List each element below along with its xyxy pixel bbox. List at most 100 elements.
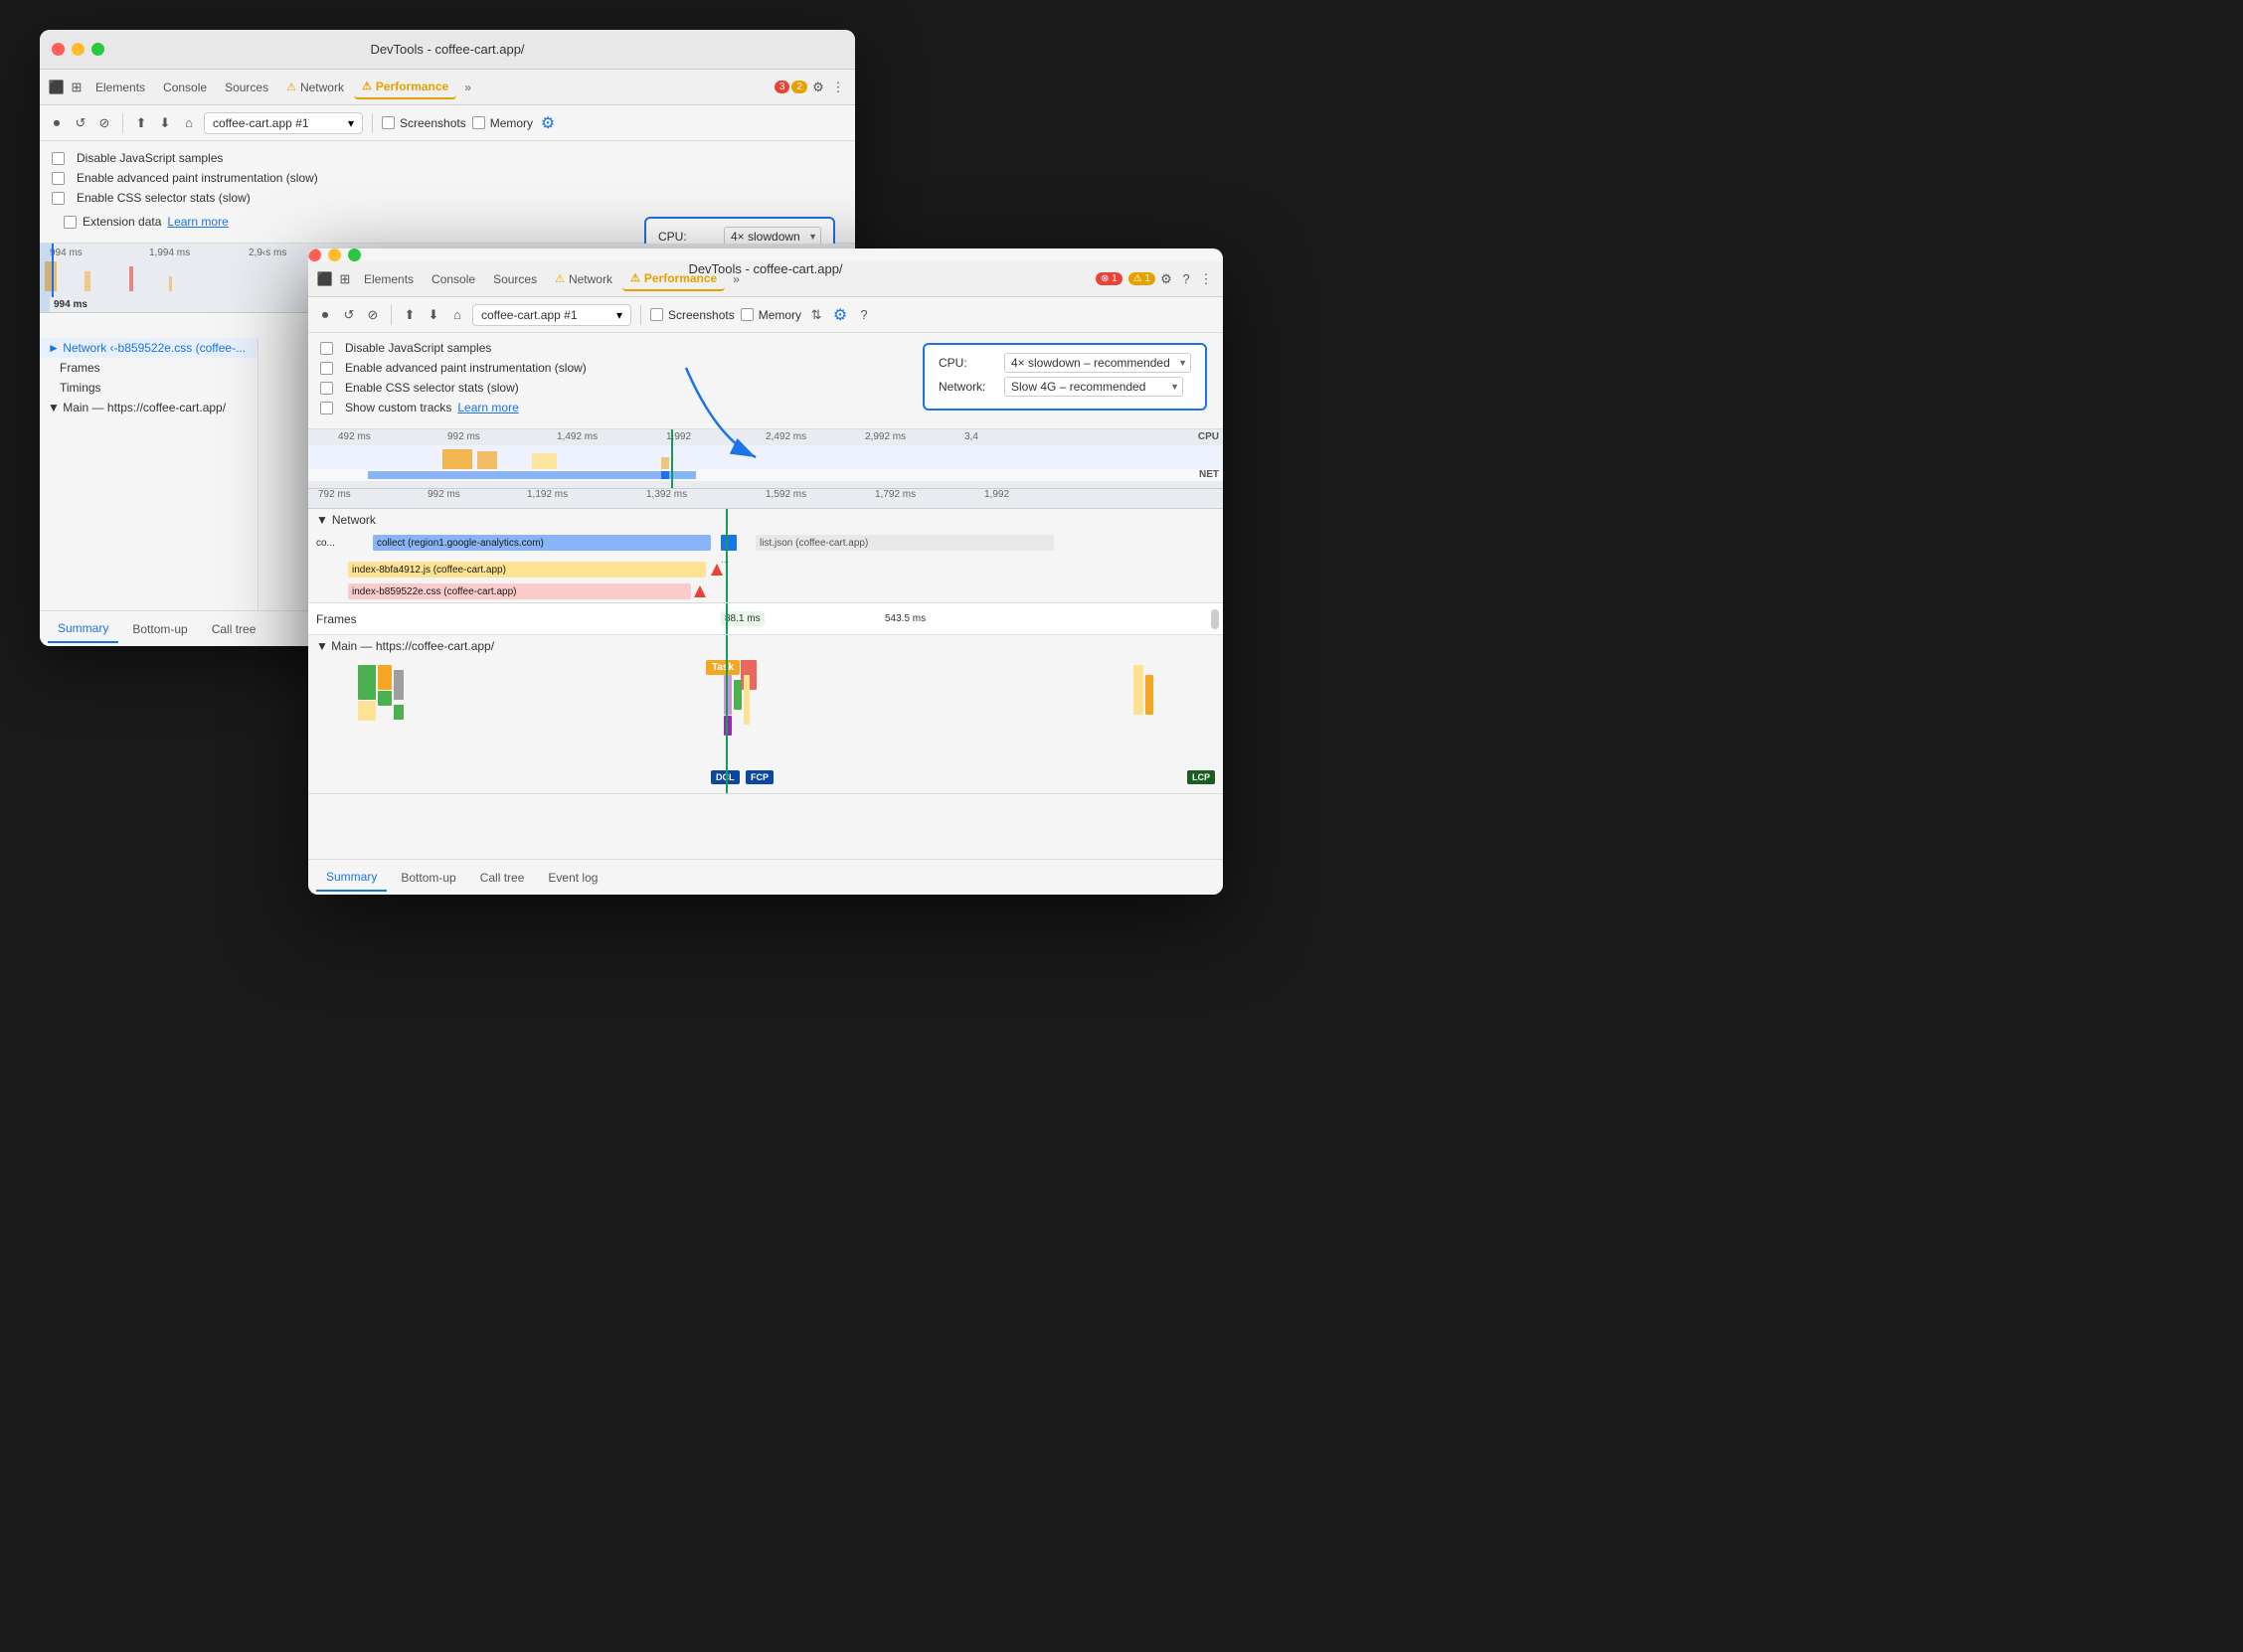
front-tab-elements[interactable]: Elements (356, 268, 422, 290)
front-cpu-chart (308, 445, 1223, 469)
back-memory-checkbox[interactable]: Memory (472, 116, 533, 130)
front-task-cluster-left (358, 665, 418, 744)
back-reload-icon[interactable]: ↺ (72, 114, 89, 132)
back-panel-frames-label: Frames (60, 361, 100, 375)
back-tab-elements[interactable]: Elements (87, 77, 153, 98)
front-bottom-tab-calltree[interactable]: Call tree (470, 865, 535, 891)
back-target-chevron: ▾ (348, 116, 354, 130)
front-close-button[interactable] (308, 248, 321, 261)
front-network-vline (726, 509, 728, 602)
back-panel-item-timings[interactable]: Timings (40, 378, 258, 398)
back-perf-warn-icon: ⚠ (362, 80, 372, 92)
back-enable-paint-cb[interactable] (52, 172, 65, 185)
front-bottom-tab-summary[interactable]: Summary (316, 864, 387, 892)
front-memory-checkbox[interactable]: Memory (741, 308, 801, 322)
back-settings-icon[interactable]: ⚙ (539, 114, 557, 132)
back-bottom-tab-bottomup[interactable]: Bottom-up (122, 616, 197, 642)
back-tick-3: 2,9‹s ms (249, 248, 286, 258)
back-tab-network[interactable]: ⚠ Network (278, 77, 352, 98)
back-screenshots-checkbox[interactable]: Screenshots (382, 116, 466, 130)
front-cpu-activity-3 (532, 453, 557, 469)
back-tab-more[interactable]: » (458, 77, 477, 98)
back-tab-sources[interactable]: Sources (217, 77, 276, 98)
front-tab-network[interactable]: ⚠ Network (547, 268, 620, 290)
back-gear-icon[interactable]: ⚙ (809, 79, 827, 96)
front-screenshots-cb-box[interactable] (650, 308, 663, 321)
front-tab-console[interactable]: Console (424, 268, 483, 290)
front-help-icon[interactable]: ? (855, 306, 873, 324)
back-bottom-tab-calltree[interactable]: Call tree (202, 616, 266, 642)
back-memory-cb-box[interactable] (472, 116, 485, 129)
front-maximize-button[interactable] (348, 248, 361, 261)
back-download-icon[interactable]: ⬇ (156, 114, 174, 132)
front-enable-paint-cb[interactable] (320, 362, 333, 375)
back-panel-item-main[interactable]: ▼ Main — https://coffee-cart.app/ (40, 398, 258, 417)
back-sep2 (372, 113, 373, 133)
back-home-icon[interactable]: ⌂ (180, 114, 198, 132)
front-bottom-tabs: Summary Bottom-up Call tree Event log (308, 859, 1223, 895)
front-clear-icon[interactable]: ⊘ (364, 306, 382, 324)
back-target-selector[interactable]: coffee-cart.app #1 ▾ (204, 112, 363, 134)
back-tab-console[interactable]: Console (155, 77, 215, 98)
front-frames-section: Frames 88.1 ms 543.5 ms (308, 603, 1223, 635)
front-layers-icon[interactable]: ⊞ (336, 270, 354, 288)
back-record-icon[interactable]: ⏺ (48, 114, 66, 132)
front-tab-sources[interactable]: Sources (485, 268, 545, 290)
front-timeline-cpu-net: 492 ms 992 ms 1,492 ms 1,992 2,492 ms 2,… (308, 429, 1223, 489)
front-bottom-tab-eventlog[interactable]: Event log (538, 865, 607, 891)
front-net-select-wrapper[interactable]: Slow 4G – recommended (1004, 377, 1183, 397)
front-request-co-label: co... (308, 538, 343, 549)
front-target-chevron: ▾ (616, 308, 622, 322)
front-net-select[interactable]: Slow 4G – recommended (1004, 377, 1183, 397)
back-close-button[interactable] (52, 43, 65, 56)
back-panel-network-label: ► Network ‹-b859522e.css (coffee-... (48, 341, 246, 355)
front-reload-icon[interactable]: ↺ (340, 306, 358, 324)
front-frames-scrollbar[interactable] (1211, 609, 1219, 629)
front-lcp-label: LCP (1187, 770, 1215, 784)
back-more-icon[interactable]: ⋮ (829, 79, 847, 96)
back-panel-item-network[interactable]: ► Network ‹-b859522e.css (coffee-... (40, 338, 258, 358)
back-target-label: coffee-cart.app #1 (213, 116, 309, 130)
back-error-badge: 3 (775, 81, 790, 93)
front-home-icon[interactable]: ⌂ (448, 306, 466, 324)
back-ext-cb[interactable] (64, 216, 77, 229)
back-learn-more-link[interactable]: Learn more (167, 215, 228, 229)
front-cursor-icon[interactable]: ⬛ (316, 270, 334, 288)
front-fcp-badge: FCP (746, 770, 774, 784)
front-network-throttle-icon[interactable]: ⇅ (807, 306, 825, 324)
front-screenshots-checkbox[interactable]: Screenshots (650, 308, 735, 322)
front-upload-icon[interactable]: ⬆ (401, 306, 419, 324)
front-disable-js-cb[interactable] (320, 342, 333, 355)
back-clear-icon[interactable]: ⊘ (95, 114, 113, 132)
devtools-layers-icon[interactable]: ⊞ (68, 79, 86, 96)
back-screenshots-cb-box[interactable] (382, 116, 395, 129)
front-settings-icon[interactable]: ⚙ (831, 306, 849, 324)
back-panel-item-frames[interactable]: Frames (40, 358, 258, 378)
front-question-icon[interactable]: ? (1177, 270, 1195, 288)
back-tab-performance[interactable]: ⚠ Performance (354, 76, 456, 99)
back-minimize-button[interactable] (72, 43, 85, 56)
back-maximize-button[interactable] (91, 43, 104, 56)
front-download-icon[interactable]: ⬇ (425, 306, 442, 324)
front-memory-cb-box[interactable] (741, 308, 754, 321)
back-disable-js-cb[interactable] (52, 152, 65, 165)
front-cpu-side-label: CPU (1198, 431, 1219, 442)
front-target-selector[interactable]: coffee-cart.app #1 ▾ (472, 304, 631, 326)
front-cpu-select-wrapper[interactable]: 4× slowdown – recommended (1004, 353, 1191, 373)
front-minimize-button[interactable] (328, 248, 341, 261)
back-enable-css-cb[interactable] (52, 192, 65, 205)
front-more-icon[interactable]: ⋮ (1197, 270, 1215, 288)
front-cpu-select[interactable]: 4× slowdown – recommended (1004, 353, 1191, 373)
front-record-icon[interactable]: ⏺ (316, 306, 334, 324)
front-enable-css-cb[interactable] (320, 382, 333, 395)
devtools-cursor-icon[interactable]: ⬛ (48, 79, 66, 96)
front-learn-more-link[interactable]: Learn more (457, 401, 518, 414)
front-gear-icon[interactable]: ⚙ (1157, 270, 1175, 288)
back-enable-css-label: Enable CSS selector stats (slow) (77, 191, 251, 205)
back-bottom-tab-summary[interactable]: Summary (48, 615, 118, 643)
front-custom-tracks-cb[interactable] (320, 402, 333, 414)
front-bottom-tab-bottomup[interactable]: Bottom-up (391, 865, 465, 891)
front-task-green-3 (394, 705, 404, 720)
back-upload-icon[interactable]: ⬆ (132, 114, 150, 132)
front-frames-marker-2: 543.5 ms (885, 613, 926, 624)
